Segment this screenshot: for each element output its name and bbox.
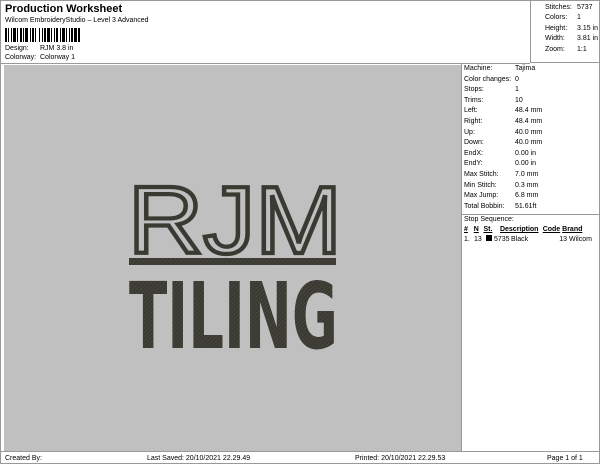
machine-info-list: Machine: Tajima Color changes: 0 Stops: 1 Trim… [462, 64, 600, 212]
design-line-1: RJM [128, 167, 342, 274]
stop-sequence-header: # N St. Description Code Brand [462, 225, 600, 235]
stat-label: Zoom: [545, 45, 565, 53]
printed-date: Printed: 20/10/2021 22.29.53 [355, 455, 446, 462]
machine-info-value: 48.4 mm [515, 107, 543, 115]
production-worksheet: Production Worksheet Wilcom EmbroiderySt… [0, 0, 600, 464]
machine-info-row: Total Bobbin: 51.61ft [462, 202, 600, 213]
machine-info-row: EndX: 0.00 in [462, 149, 600, 160]
design-stats: Stitches: 5737 Colors: 1 Height: 3.15 in Wi… [530, 1, 600, 63]
machine-info-value: 0.00 in [515, 160, 537, 168]
stop-number: 1. [464, 236, 470, 244]
machine-info-row: Up: 40.0 mm [462, 128, 600, 139]
stat-value: 1:1 [577, 45, 587, 53]
machine-info-label: Trims: [464, 96, 484, 104]
stat-width: Width: 3.81 in [545, 34, 600, 44]
machine-info-label: Max Stitch: [464, 170, 499, 178]
col-description: Description [499, 226, 539, 234]
barcode [5, 28, 97, 42]
machine-info-row: Left: 48.4 mm [462, 106, 600, 117]
stat-label: Height: [545, 24, 568, 32]
machine-info-row: Min Stitch: 0.3 mm [462, 181, 600, 192]
machine-info-row: Down: 40.0 mm [462, 138, 600, 149]
machine-info-label: Right: [464, 117, 483, 125]
machine-info-label: EndX: [464, 149, 484, 157]
header-divider [1, 63, 530, 64]
stat-label: Stitches: [545, 4, 572, 11]
machine-info-label: EndY: [464, 160, 483, 168]
stat-stitches: Stitches: 5737 [545, 3, 600, 13]
stat-label: Width: [545, 35, 565, 43]
page-number: Page 1 of 1 [547, 455, 583, 462]
design-value: RJM 3.8 in [40, 45, 74, 52]
machine-info-row: Max Stitch: 7.0 mm [462, 170, 600, 181]
machine-info-label: Up: [464, 128, 475, 136]
machine-info-value: 7.0 mm [515, 170, 539, 178]
software-name: Wilcom EmbroideryStudio – Level 3 Advanc… [5, 17, 149, 24]
machine-info-value: 0.00 in [515, 149, 537, 157]
machine-info-label: Left: [464, 107, 478, 115]
col-needle: N [473, 226, 479, 234]
colorway-label: Colorway: [5, 54, 37, 61]
machine-info-value: 51.61ft [515, 202, 537, 210]
last-saved: Last Saved: 20/10/2021 22.29.49 [147, 455, 251, 462]
stat-value: 1 [577, 14, 581, 22]
machine-info-row: Max Jump: 6.8 mm [462, 191, 600, 202]
machine-info-value: 40.0 mm [515, 128, 543, 136]
col-number: # [464, 226, 468, 234]
machine-info-row: Right: 48.4 mm [462, 117, 600, 128]
machine-info-label: Stops: [464, 86, 484, 94]
machine-info-row: Machine: Tajima [462, 64, 600, 75]
col-stitches: St. [483, 226, 493, 234]
machine-info-value: 0.3 mm [515, 181, 539, 189]
worksheet-footer: Created By: Last Saved: 20/10/2021 22.29… [1, 451, 600, 464]
machine-info-value: 40.0 mm [515, 139, 543, 147]
machine-info-label: Down: [464, 139, 484, 147]
machine-info-row: Color changes: 0 [462, 75, 600, 86]
machine-info-label: Total Bobbin: [464, 202, 505, 210]
machine-info-label: Max Jump: [464, 192, 499, 200]
machine-info-value: 0 [515, 75, 519, 83]
machine-info-value: 1 [515, 86, 519, 94]
stat-value: 3.15 in [577, 24, 599, 32]
stop-needle: 13 [474, 236, 482, 244]
stat-value: 5737 [577, 4, 593, 11]
stop-sequence-row: 1. 13 5735 Black 13 Wilcom [462, 235, 600, 245]
colorway-value: Colorway 1 [40, 54, 76, 61]
stop-sequence-title: Stop Sequence: [462, 214, 600, 225]
machine-info-row: Stops: 1 [462, 85, 600, 96]
stat-height: Height: 3.15 in [545, 24, 600, 34]
design-row: Design: RJM 3.8 in [5, 45, 73, 52]
worksheet-title: Production Worksheet [5, 3, 123, 15]
thread-color-swatch [486, 235, 492, 242]
col-brand: Brand [562, 226, 583, 234]
stat-value: 3.81 in [577, 35, 599, 43]
worksheet-header: Production Worksheet Wilcom EmbroiderySt… [1, 1, 530, 63]
col-code: Code [542, 226, 561, 234]
machine-info-row: Trims: 10 [462, 96, 600, 107]
design-preview: RJM TILING [4, 65, 461, 451]
machine-info-label: Machine: [464, 65, 493, 72]
barcode-bar [80, 28, 81, 42]
stop-description: Black [511, 236, 529, 244]
embroidery-design: RJM TILING [126, 165, 344, 370]
design-label: Design: [5, 45, 29, 52]
stop-brand: Wilcom [569, 236, 592, 244]
machine-info-value: 48.4 mm [515, 117, 543, 125]
stat-zoom: Zoom: 1:1 [545, 45, 600, 55]
machine-info-value: 6.8 mm [515, 192, 539, 200]
design-line-2: TILING [129, 263, 338, 370]
machine-info-label: Min Stitch: [464, 181, 497, 189]
machine-info-value: 10 [515, 96, 523, 104]
created-by: Created By: [5, 455, 42, 462]
machine-info-value: Tajima [515, 65, 536, 72]
stop-code: 13 [559, 236, 567, 244]
machine-info-row: EndY: 0.00 in [462, 159, 600, 170]
stat-label: Colors: [545, 14, 568, 22]
machine-info-panel: Machine: Tajima Color changes: 0 Stops: 1 Trim… [461, 64, 600, 451]
stat-colors: Colors: 1 [545, 13, 600, 23]
stop-stitches: 5735 [494, 236, 510, 244]
machine-info-label: Color changes: [464, 75, 512, 83]
colorway-row: Colorway: Colorway 1 [5, 54, 75, 61]
